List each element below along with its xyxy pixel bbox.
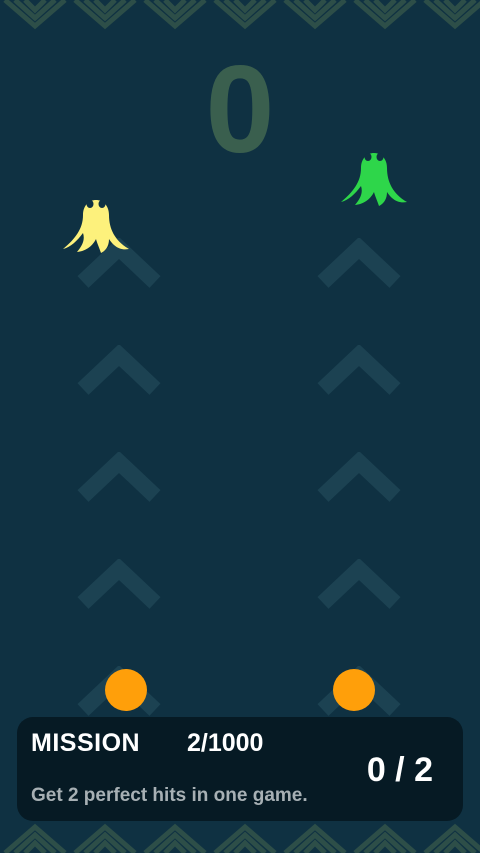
leaf-icon bbox=[283, 0, 347, 30]
leaf-icon bbox=[353, 823, 417, 853]
mission-count: 2/1000 bbox=[187, 729, 264, 757]
leaf-icon bbox=[73, 823, 137, 853]
leaf-icon bbox=[73, 0, 137, 30]
leaf-icon bbox=[353, 0, 417, 30]
ball-left[interactable] bbox=[105, 669, 147, 711]
top-leaf-border bbox=[0, 0, 480, 32]
ghost-icon-green bbox=[341, 153, 407, 206]
leaf-icon bbox=[3, 0, 67, 30]
ghost-icon-yellow bbox=[63, 200, 129, 253]
mission-progress: 0 / 2 bbox=[366, 751, 433, 789]
leaf-icon bbox=[143, 823, 207, 853]
leaf-icon bbox=[423, 823, 480, 853]
leaf-icon bbox=[213, 0, 277, 30]
leaf-icon bbox=[283, 823, 347, 853]
leaf-icon bbox=[213, 823, 277, 853]
chevron-up-icon bbox=[317, 238, 401, 288]
chevron-up-icon bbox=[77, 559, 161, 609]
mission-panel: MISSION 2/1000 Get 2 perfect hits in one… bbox=[17, 717, 463, 821]
chevron-up-icon bbox=[317, 452, 401, 502]
chevron-up-icon bbox=[317, 345, 401, 395]
chevron-up-icon bbox=[77, 345, 161, 395]
chevron-up-icon bbox=[317, 559, 401, 609]
bottom-leaf-border bbox=[0, 821, 480, 853]
leaf-icon bbox=[423, 0, 480, 30]
chevron-up-icon bbox=[77, 452, 161, 502]
mission-title: MISSION bbox=[31, 729, 141, 757]
ball-right[interactable] bbox=[333, 669, 375, 711]
leaf-icon bbox=[3, 823, 67, 853]
mission-description: Get 2 perfect hits in one game. bbox=[31, 785, 308, 806]
leaf-icon bbox=[143, 0, 207, 30]
